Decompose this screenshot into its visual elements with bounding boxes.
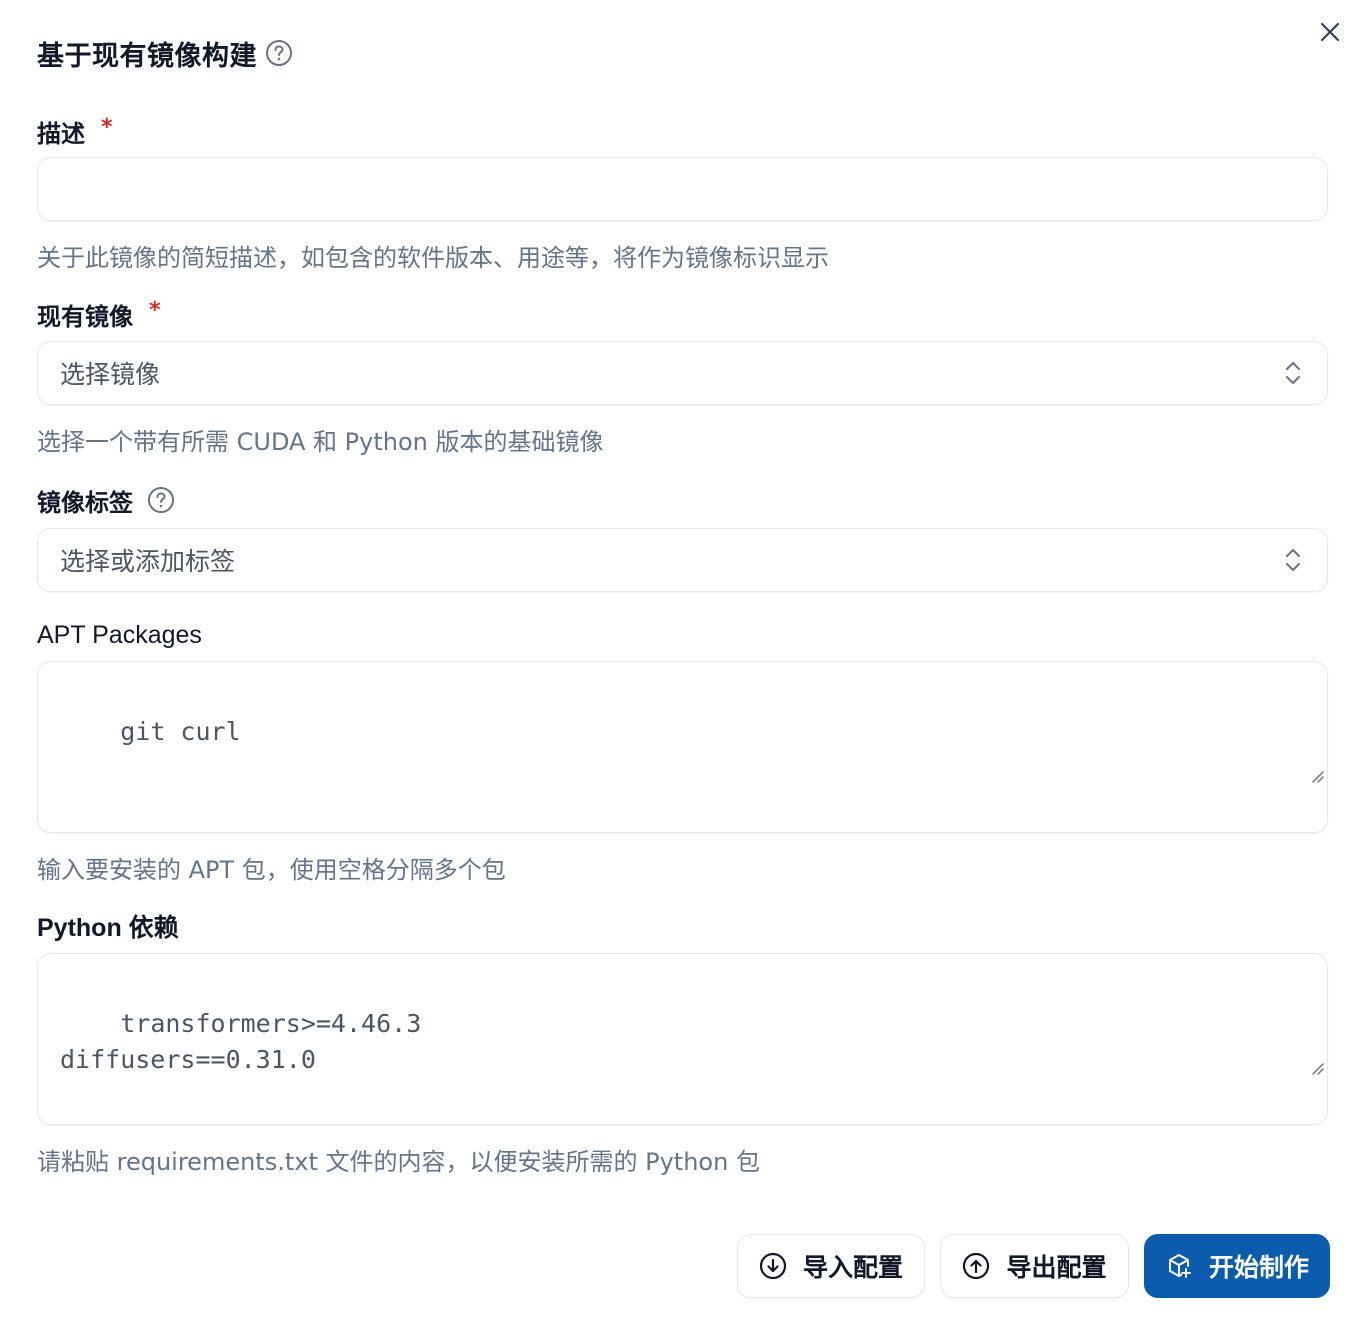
help-circle-icon[interactable] — [147, 486, 175, 514]
description-input[interactable] — [37, 157, 1328, 221]
build-image-dialog: 基于现有镜像构建 描述 * 关于此镜像的简短描述，如包含的软件版本、用途等，将作… — [0, 0, 1360, 1328]
image-tags-select[interactable]: 选择或添加标签 — [37, 528, 1328, 592]
export-config-label: 导出配置 — [1006, 1253, 1107, 1282]
description-label-text: 描述 — [37, 119, 85, 148]
chevron-up-down-icon — [1283, 360, 1303, 386]
chevron-up-down-icon — [1283, 547, 1303, 573]
image-tags-label: 镜像标签 — [37, 483, 175, 517]
apt-packages-helper: 输入要安装的 APT 包，使用空格分隔多个包 — [37, 856, 506, 884]
image-tags-placeholder: 选择或添加标签 — [60, 547, 236, 576]
python-deps-textarea[interactable]: transformers>=4.46.3 diffusers==0.31.0 — [37, 953, 1328, 1125]
apt-packages-textarea[interactable]: git curl — [37, 661, 1328, 833]
existing-image-label-text: 现有镜像 — [37, 302, 133, 331]
help-circle-icon[interactable] — [265, 39, 293, 67]
start-build-label: 开始制作 — [1208, 1253, 1309, 1282]
required-mark: * — [149, 297, 161, 323]
existing-image-select[interactable]: 选择镜像 — [37, 341, 1328, 405]
python-deps-placeholder: transformers>=4.46.3 diffusers==0.31.0 — [60, 1009, 422, 1074]
required-mark: * — [101, 114, 113, 140]
python-deps-helper: 请粘贴 requirements.txt 文件的内容，以便安装所需的 Pytho… — [37, 1148, 760, 1176]
resize-handle-icon[interactable] — [1219, 722, 1325, 830]
dialog-title: 基于现有镜像构建 — [37, 40, 257, 72]
apt-packages-label: APT Packages — [37, 618, 202, 652]
existing-image-placeholder: 选择镜像 — [60, 360, 161, 389]
import-config-button[interactable]: 导入配置 — [737, 1234, 925, 1298]
export-config-button[interactable]: 导出配置 — [940, 1234, 1129, 1298]
apt-packages-label-text: APT Packages — [37, 620, 202, 649]
python-deps-label: Python 依赖 — [37, 909, 179, 943]
resize-handle-icon[interactable] — [1219, 1014, 1325, 1122]
description-label: 描述 * — [37, 114, 113, 148]
existing-image-label: 现有镜像 * — [37, 297, 161, 331]
apt-packages-placeholder: git curl — [120, 717, 241, 746]
start-build-button[interactable]: 开始制作 — [1144, 1234, 1330, 1298]
description-helper: 关于此镜像的简短描述，如包含的软件版本、用途等，将作为镜像标识显示 — [37, 244, 829, 272]
dialog-header: 基于现有镜像构建 — [37, 34, 293, 72]
close-button[interactable] — [1314, 16, 1346, 48]
import-config-label: 导入配置 — [802, 1253, 903, 1282]
arrow-up-circle-icon — [962, 1252, 990, 1280]
close-icon — [1320, 22, 1340, 42]
python-deps-label-text: Python 依赖 — [37, 914, 179, 942]
image-tags-label-text: 镜像标签 — [37, 488, 133, 517]
arrow-down-circle-icon — [759, 1252, 787, 1280]
package-plus-icon — [1165, 1252, 1193, 1280]
existing-image-helper: 选择一个带有所需 CUDA 和 Python 版本的基础镜像 — [37, 428, 604, 456]
